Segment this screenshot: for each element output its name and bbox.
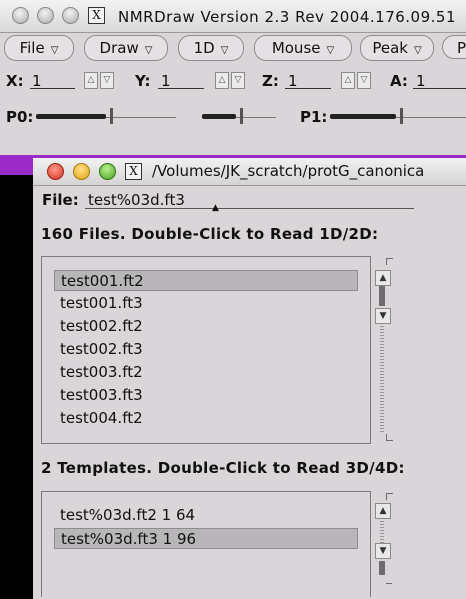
y-increment-icon[interactable]: △ xyxy=(215,72,229,89)
chevron-down-icon: ▽ xyxy=(50,45,59,56)
p0-slider-thumb[interactable] xyxy=(110,108,113,124)
phase-row: P0: P1: xyxy=(0,104,466,130)
menu-peak[interactable]: Peak ▽ xyxy=(360,35,434,61)
zoom-button[interactable] xyxy=(99,163,116,180)
scroll-down-icon[interactable]: ▼ xyxy=(375,543,391,559)
list-item[interactable]: test003.ft3 xyxy=(54,385,358,406)
scrollbar-end-mark xyxy=(386,577,392,584)
window-title: NMRDraw Version 2.3 Rev 2004.176.09.51 xyxy=(118,8,456,26)
file-list-scrollbar[interactable]: ▲ ▼ xyxy=(375,258,393,444)
menu-mouse-label: Mouse xyxy=(271,39,321,57)
chevron-down-icon: ▽ xyxy=(413,45,422,56)
main-titlebar: X NMRDraw Version 2.3 Rev 2004.176.09.51 xyxy=(0,0,466,33)
dialog-titlebar: X /Volumes/JK_scratch/protG_canonica xyxy=(33,158,466,186)
list-item[interactable]: test001.ft3 xyxy=(54,293,358,314)
file-name-underline xyxy=(85,208,414,209)
p1-slider-rail xyxy=(396,117,466,118)
list-item[interactable]: test002.ft2 xyxy=(54,316,358,337)
z-field-underline xyxy=(285,88,331,89)
scrollbar-end-mark xyxy=(386,493,393,500)
p1-slider-thumb[interactable] xyxy=(400,108,403,124)
scroll-trough[interactable] xyxy=(380,326,384,434)
list-item[interactable]: test003.ft2 xyxy=(54,362,358,383)
scroll-up-icon[interactable]: ▲ xyxy=(375,270,391,286)
scroll-thumb[interactable] xyxy=(379,561,385,575)
p0-slider-rail xyxy=(106,117,176,118)
menu-bar: File ▽ Draw ▽ 1D ▽ Mouse ▽ Peak ▽ P xyxy=(0,33,466,63)
coordinate-row: X: 1 △ ▽ Y: 1 △ ▽ Z: 1 △ ▽ A: 1 xyxy=(0,68,466,94)
menu-1d[interactable]: 1D ▽ xyxy=(178,35,244,61)
menu-p-label: P xyxy=(457,39,466,57)
list-item[interactable]: test001.ft2 xyxy=(54,270,358,291)
menu-draw-label: Draw xyxy=(99,39,139,57)
menu-draw[interactable]: Draw ▽ xyxy=(84,35,168,61)
file-listbox[interactable]: test001.ft2 test001.ft3 test002.ft2 test… xyxy=(41,256,371,444)
template-listbox[interactable]: test%03d.ft2 1 64 test%03d.ft3 1 96 xyxy=(41,491,371,597)
chevron-down-icon: ▽ xyxy=(220,45,229,56)
a-label: A: xyxy=(390,72,408,90)
chevron-down-icon: ▽ xyxy=(326,45,335,56)
list-item[interactable]: test%03d.ft3 1 96 xyxy=(54,528,358,549)
scroll-down-icon[interactable]: ▼ xyxy=(375,308,391,324)
x11-icon: X xyxy=(125,163,142,180)
scroll-up-icon[interactable]: ▲ xyxy=(375,503,391,519)
y-decrement-icon[interactable]: ▽ xyxy=(231,72,245,89)
file-dialog-window: X /Volumes/JK_scratch/protG_canonica Fil… xyxy=(33,158,466,599)
scrollbar-end-mark xyxy=(386,258,393,265)
p0-fine-slider-track[interactable] xyxy=(202,114,236,119)
p0-slider-track[interactable] xyxy=(36,114,106,119)
menu-mouse[interactable]: Mouse ▽ xyxy=(254,35,352,61)
z-increment-icon[interactable]: △ xyxy=(341,72,355,89)
minimize-button[interactable] xyxy=(73,163,90,180)
text-cursor-icon: ▲ xyxy=(212,203,219,213)
menu-file-label: File xyxy=(19,39,45,57)
p0-fine-slider-thumb[interactable] xyxy=(240,108,243,124)
scroll-trough[interactable] xyxy=(380,521,384,543)
x-increment-icon[interactable]: △ xyxy=(84,72,98,89)
menu-1d-label: 1D xyxy=(193,39,215,57)
z-decrement-icon[interactable]: ▽ xyxy=(357,72,371,89)
menu-peak-label: Peak xyxy=(372,39,408,57)
canvas-edge xyxy=(0,175,33,599)
a-field-underline xyxy=(413,88,466,89)
minimize-button-inactive[interactable] xyxy=(37,7,54,24)
file-name-input[interactable]: test%03d.ft3 xyxy=(88,191,185,209)
p1-label: P1: xyxy=(300,108,328,126)
list-item[interactable]: test004.ft2 xyxy=(54,408,358,429)
list-item[interactable]: test%03d.ft2 1 64 xyxy=(54,505,358,526)
x11-icon: X xyxy=(88,7,105,24)
p1-slider-track[interactable] xyxy=(330,114,396,119)
menu-file[interactable]: File ▽ xyxy=(4,35,74,61)
menu-p[interactable]: P xyxy=(442,35,466,59)
chevron-down-icon: ▽ xyxy=(144,45,153,56)
close-button-inactive[interactable] xyxy=(12,7,29,24)
x-field-underline xyxy=(30,88,75,89)
y-field-underline xyxy=(158,88,204,89)
scrollbar-end-mark xyxy=(386,434,393,441)
x-label: X: xyxy=(6,72,24,90)
y-label: Y: xyxy=(135,72,151,90)
templates-heading: 2 Templates. Double-Click to Read 3D/4D: xyxy=(41,459,405,477)
close-button[interactable] xyxy=(47,163,64,180)
template-list-scrollbar[interactable]: ▲ ▼ xyxy=(375,493,393,593)
dialog-title-path: /Volumes/JK_scratch/protG_canonica xyxy=(152,162,425,180)
zoom-button-inactive[interactable] xyxy=(62,7,79,24)
file-label: File: xyxy=(42,191,79,209)
scroll-thumb[interactable] xyxy=(379,286,385,306)
p0-label: P0: xyxy=(6,108,34,126)
x-decrement-icon[interactable]: ▽ xyxy=(100,72,114,89)
files-heading: 160 Files. Double-Click to Read 1D/2D: xyxy=(41,225,379,243)
nmrdraw-main-window: X NMRDraw Version 2.3 Rev 2004.176.09.51… xyxy=(0,0,466,155)
list-item[interactable]: test002.ft3 xyxy=(54,339,358,360)
z-label: Z: xyxy=(262,72,279,90)
